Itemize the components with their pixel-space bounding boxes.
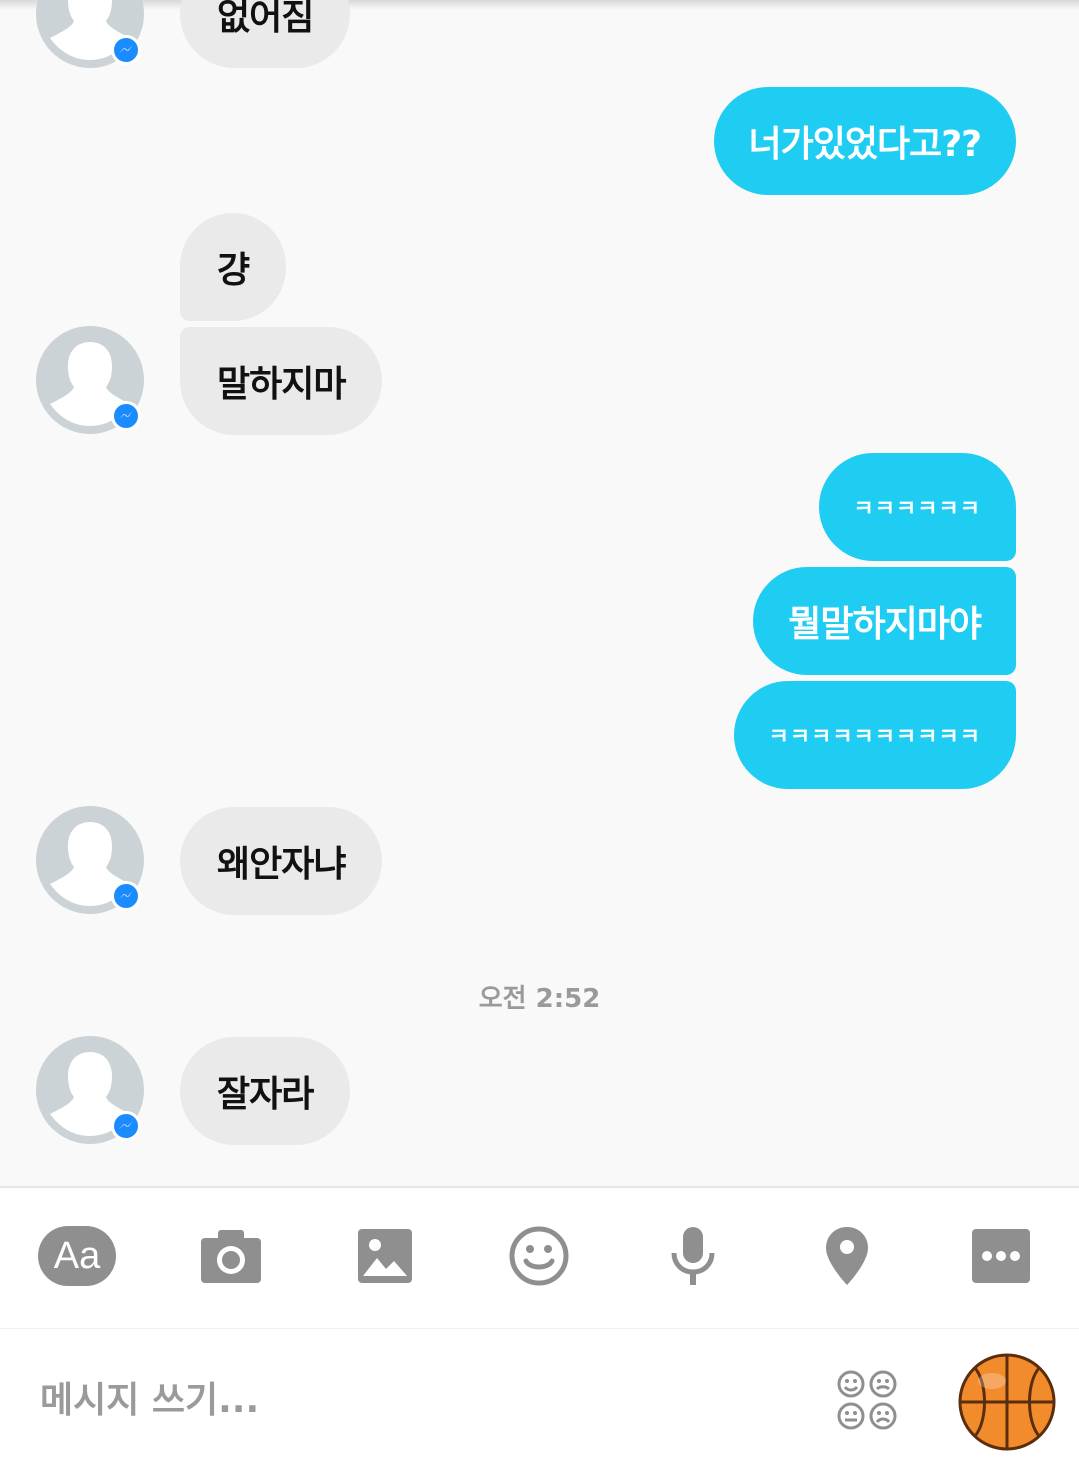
sticker-button[interactable] (836, 1369, 900, 1433)
message-text: ㅋㅋㅋㅋㅋㅋㅋㅋㅋㅋ (768, 725, 981, 750)
messenger-badge-icon (111, 881, 141, 911)
camera-button[interactable] (191, 1222, 271, 1290)
message-text: 잘자라 (217, 1074, 314, 1115)
message-composer: Aa (0, 1186, 1079, 1474)
outgoing-message[interactable]: ㅋㅋㅋㅋㅋㅋ (818, 453, 1016, 561)
message-text: ㅋㅋㅋㅋㅋㅋ (853, 497, 981, 522)
incoming-message[interactable]: 말하지마 (180, 327, 383, 435)
message-input[interactable] (38, 1369, 742, 1431)
more-icon (972, 1229, 1030, 1283)
microphone-icon (671, 1227, 715, 1285)
sender-avatar[interactable] (36, 326, 144, 434)
emoji-button[interactable] (499, 1222, 579, 1290)
sender-avatar[interactable] (36, 0, 144, 68)
message-text: 없어짐 (217, 0, 314, 38)
message-text: 뭘말하지마야 (788, 604, 982, 645)
basketball-icon (958, 1353, 1056, 1451)
message-text: 말하지마 (217, 364, 346, 405)
message-timestamp: 오전 2:52 (478, 984, 601, 1014)
outgoing-message[interactable]: 너가있었다고?? (713, 87, 1016, 195)
smiley-icon (509, 1226, 569, 1286)
voice-button[interactable] (653, 1222, 733, 1290)
sender-avatar[interactable] (36, 806, 144, 914)
header-shadow (0, 0, 1079, 10)
outgoing-message[interactable]: 뭘말하지마야 (753, 567, 1016, 675)
message-text: 너가있었다고?? (748, 124, 982, 165)
composer-input-row (0, 1328, 1079, 1474)
outgoing-message[interactable]: ㅋㅋㅋㅋㅋㅋㅋㅋㅋㅋ (733, 681, 1016, 789)
location-pin-icon (826, 1227, 868, 1285)
message-text: 걍 (217, 250, 250, 291)
more-button[interactable] (961, 1222, 1041, 1290)
message-text: 왜안자냐 (217, 844, 346, 885)
incoming-message[interactable]: 왜안자냐 (180, 807, 383, 915)
composer-toolbar: Aa (0, 1208, 1079, 1308)
text-mode-label: Aa (38, 1226, 116, 1286)
messenger-badge-icon (111, 1111, 141, 1141)
messenger-badge-icon (111, 35, 141, 65)
messenger-chat-screen: 없어짐 너가있었다고?? 걍 말하지마 ㅋㅋㅋㅋㅋㅋ 뭘말하지마야 ㅋㅋㅋㅋㅋㅋ… (0, 0, 1079, 1474)
text-mode-button[interactable]: Aa (37, 1222, 117, 1290)
sender-avatar[interactable] (36, 1036, 144, 1144)
image-icon (358, 1229, 412, 1283)
location-button[interactable] (807, 1222, 887, 1290)
camera-icon (201, 1230, 261, 1283)
incoming-message[interactable]: 없어짐 (180, 0, 351, 68)
incoming-message[interactable]: 잘자라 (180, 1037, 351, 1145)
quick-reaction-button[interactable] (958, 1353, 1056, 1451)
gallery-button[interactable] (345, 1222, 425, 1290)
messenger-badge-icon (111, 401, 141, 431)
sticker-faces-icon (837, 1370, 897, 1430)
incoming-message[interactable]: 걍 (180, 213, 287, 321)
